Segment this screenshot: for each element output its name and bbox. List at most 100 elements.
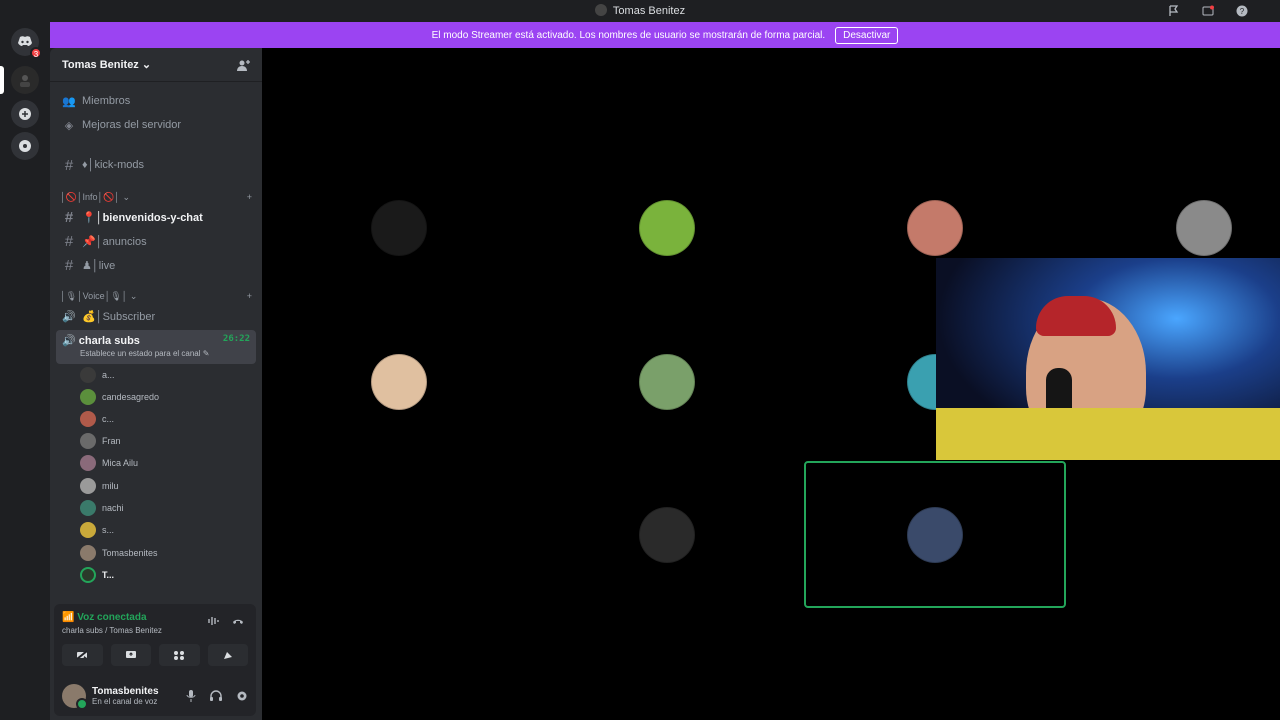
avatar (80, 455, 96, 471)
avatar (80, 411, 96, 427)
soundboard-icon (223, 652, 232, 659)
user-panel: Tomasbenites En el canal de voz (54, 676, 256, 716)
invite-user-icon[interactable] (237, 59, 250, 71)
help-icon[interactable]: ? (1234, 3, 1250, 19)
title-bar: Tomas Benitez ? (0, 0, 1280, 22)
activities-button[interactable] (159, 644, 200, 666)
notification-badge: 3 (30, 47, 42, 59)
screen-share-button[interactable] (110, 644, 151, 666)
voice-user[interactable]: s... (80, 520, 114, 540)
sidebar-item-boosts[interactable]: ◈ Mejoras del servidor (56, 114, 256, 136)
camera-off-icon (76, 650, 88, 660)
hash-icon: # (64, 156, 74, 174)
server-avatar-icon (594, 4, 607, 16)
microphone-icon[interactable] (186, 690, 196, 702)
hash-icon: # (64, 256, 74, 274)
chevron-down-icon: ⌄ (129, 291, 138, 301)
voice-user[interactable]: T... (80, 565, 114, 585)
chevron-down-icon: ⌄ (141, 59, 152, 71)
signal-icon: 📶 (62, 612, 75, 623)
explore-button[interactable] (11, 132, 39, 160)
channel-status[interactable]: Establece un estado para el canal (80, 349, 201, 358)
username: Tomasbenites (92, 686, 159, 697)
voice-user[interactable]: candesagredo (80, 387, 159, 407)
members-icon: 👥 (62, 95, 76, 108)
camera-off-button[interactable] (62, 644, 103, 666)
avatar (371, 199, 427, 256)
add-channel-icon[interactable]: + (247, 291, 252, 302)
avatar[interactable] (62, 684, 88, 710)
webcam-overlay (936, 258, 1280, 460)
channel-subscriber[interactable]: 🔊 💰│Subscriber (56, 305, 256, 327)
soundboard-button[interactable] (207, 644, 248, 666)
compass-icon (19, 140, 31, 152)
server-list: 3 (0, 22, 50, 720)
speaker-icon: 🔊 (62, 310, 76, 323)
titlebar-icons: ? (1166, 3, 1250, 19)
avatar (371, 353, 427, 410)
headphones-icon[interactable] (210, 690, 222, 702)
participant-tile-speaking[interactable] (804, 461, 1066, 608)
streamer-banner-text: El modo Streamer está activado. Los nomb… (431, 29, 826, 41)
participant-tile[interactable] (536, 154, 798, 301)
avatar (639, 506, 695, 563)
voice-connection-path[interactable]: charla subs / Tomas Benitez (62, 626, 248, 635)
avatar (80, 389, 96, 405)
channel-live[interactable]: # ♟│live (56, 254, 256, 276)
streamer-mode-banner: El modo Streamer está activado. Los nomb… (50, 22, 1280, 48)
disconnect-icon[interactable] (232, 616, 244, 626)
participant-tile[interactable] (268, 308, 530, 455)
avatar (80, 478, 96, 494)
voice-user[interactable]: c... (80, 409, 114, 429)
speaker-icon: 🔊 (62, 335, 76, 347)
boost-icon: ◈ (64, 119, 74, 132)
category-info[interactable]: │🚫│Info│🚫│ ⌄ + (60, 192, 252, 203)
avatar (639, 353, 695, 410)
hash-icon: # (64, 208, 74, 226)
svg-text:?: ? (1240, 7, 1245, 16)
activities-icon (174, 651, 185, 660)
server-avatar-icon (20, 75, 30, 87)
avatar (80, 522, 96, 538)
avatar (1175, 199, 1232, 256)
voice-user[interactable]: Fran (80, 431, 121, 451)
noise-suppression-icon[interactable] (208, 616, 220, 626)
participant-tile[interactable] (268, 154, 530, 301)
voice-user[interactable]: nachi (80, 498, 124, 518)
disable-streamer-button[interactable]: Desactivar (835, 26, 899, 44)
hash-icon: # (64, 232, 74, 250)
avatar (80, 433, 96, 449)
discord-logo-icon (18, 36, 32, 46)
flag-icon[interactable] (1166, 3, 1182, 19)
channel-kick-mods[interactable]: # ♦│kick-mods (56, 154, 256, 176)
window-title: Tomas Benitez (0, 4, 1280, 17)
pencil-icon[interactable]: ✎ (203, 349, 210, 358)
voice-user[interactable]: Tomasbenites (80, 543, 158, 563)
server-name: Tomas Benitez (62, 59, 139, 71)
voice-user[interactable]: Mica Ailu (80, 453, 138, 473)
user-status: En el canal de voz (92, 697, 158, 706)
participant-tile[interactable] (536, 461, 798, 608)
channel-bienvenidos-y-chat[interactable]: # 📍│bienvenidos-y-chat (56, 206, 256, 228)
server-header[interactable]: Tomas Benitez ⌄ (50, 48, 262, 82)
voice-user[interactable]: a... (80, 365, 115, 385)
avatar (80, 500, 96, 516)
voice-timer: 26:22 (222, 334, 250, 344)
category-voice[interactable]: │🎙│Voice│🎙│ ⌄ + (60, 291, 252, 302)
plus-icon (19, 108, 31, 120)
voice-channel-charla-subs[interactable]: 🔊 charla subs 26:22 Establece un estado p… (56, 330, 256, 364)
channel-anuncios[interactable]: # 📌│anuncios (56, 230, 256, 252)
voice-connection-panel: 📶 Voz conectada charla subs / Tomas Beni… (54, 604, 256, 676)
add-server-button[interactable] (11, 100, 39, 128)
add-channel-icon[interactable]: + (247, 192, 252, 203)
screen-share-icon (125, 651, 136, 658)
participant-tile[interactable] (536, 308, 798, 455)
avatar (80, 567, 96, 583)
sidebar-item-members[interactable]: 👥 Miembros (56, 90, 256, 112)
avatar (907, 199, 963, 256)
discord-home-button[interactable]: 3 (11, 28, 42, 59)
gear-icon[interactable] (236, 690, 248, 702)
server-icon-tomas-benitez[interactable] (11, 66, 39, 94)
inbox-icon[interactable] (1200, 3, 1216, 19)
voice-user[interactable]: milu (80, 476, 119, 496)
